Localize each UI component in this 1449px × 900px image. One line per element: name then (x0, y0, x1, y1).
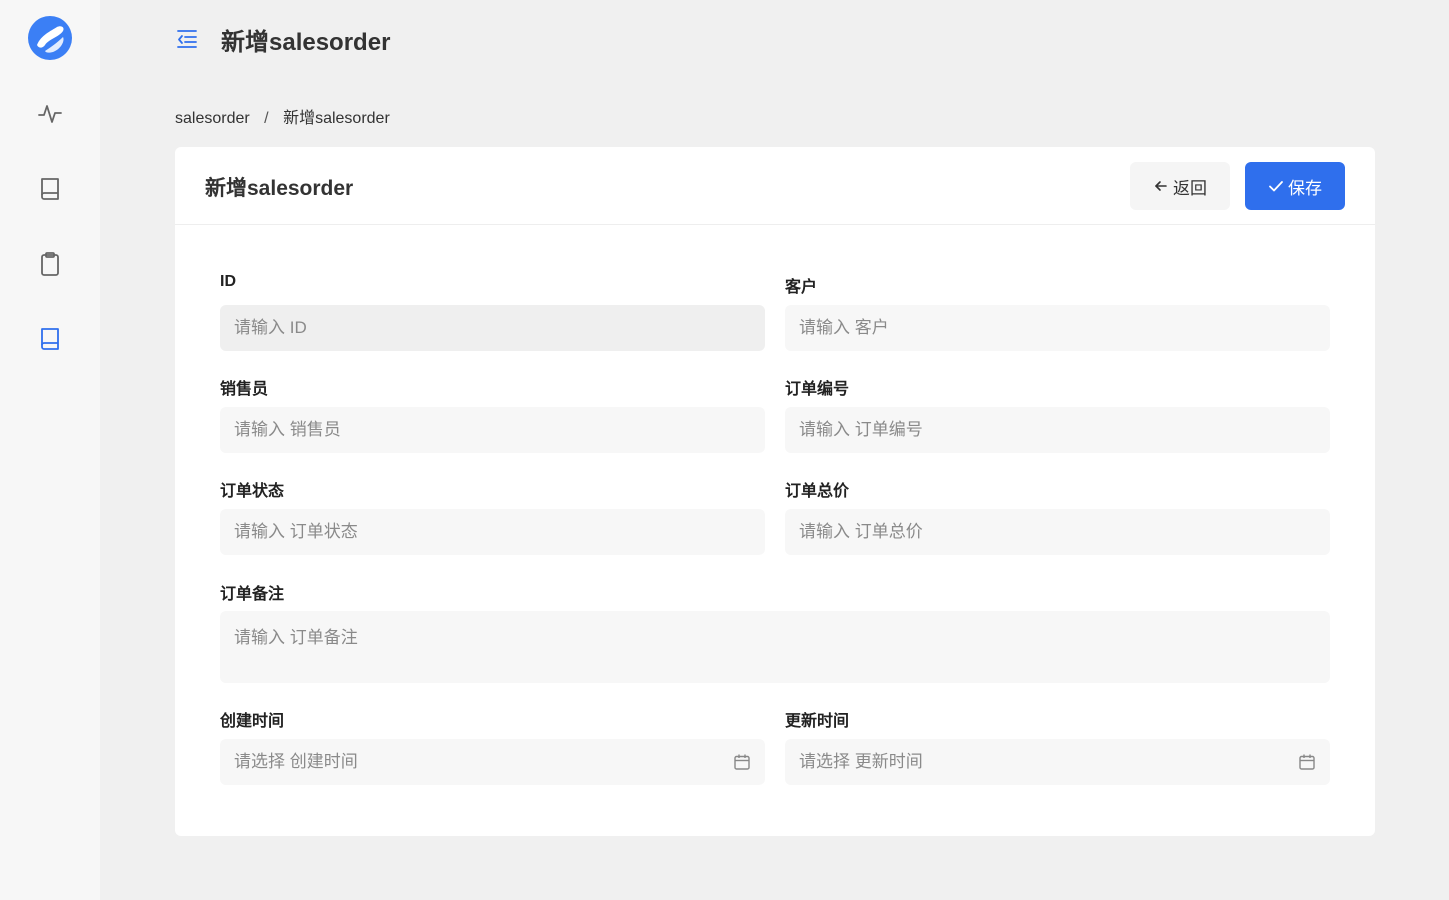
order-note-label: 订单备注 (220, 586, 285, 603)
card-header: 新增salesorder 返回 保存 (175, 147, 1375, 225)
id-input[interactable] (220, 305, 765, 351)
order-status-label: 订单状态 (220, 483, 285, 500)
check-icon (1269, 181, 1283, 192)
back-button-label: 返回 (1173, 178, 1207, 198)
order-status-input[interactable] (220, 509, 765, 555)
save-button[interactable]: 保存 (1245, 162, 1345, 210)
order-total-input[interactable] (785, 509, 1330, 555)
card-title: 新增salesorder (205, 177, 354, 200)
created-at-picker[interactable] (220, 739, 765, 785)
sidebar (0, 0, 100, 900)
salesperson-label: 销售员 (220, 381, 269, 398)
save-button-label: 保存 (1288, 178, 1322, 198)
arrow-left-icon (1155, 181, 1167, 191)
order-note-textarea[interactable] (220, 611, 1330, 683)
breadcrumb-separator: / (264, 110, 269, 127)
book-icon[interactable] (36, 175, 64, 203)
calendar-icon[interactable] (733, 753, 751, 771)
breadcrumb-item-salesorder[interactable]: salesorder (175, 110, 250, 127)
app-logo[interactable] (27, 15, 73, 61)
back-button[interactable]: 返回 (1130, 162, 1230, 210)
menu-fold-icon[interactable] (175, 27, 199, 51)
page-title: 新增salesorder (221, 29, 391, 56)
clipboard-icon[interactable] (36, 250, 64, 278)
updated-at-picker[interactable] (785, 739, 1330, 785)
breadcrumb-item-current: 新增salesorder (283, 110, 390, 127)
order-no-input[interactable] (785, 407, 1330, 453)
activity-icon[interactable] (36, 100, 64, 128)
breadcrumb: salesorder / 新增salesorder (175, 104, 390, 128)
created-at-label: 创建时间 (220, 713, 285, 730)
form-card: 新增salesorder 返回 保存 ID 客户 销售员 订单编号 订单状态 订… (175, 147, 1375, 836)
book-icon-active[interactable] (36, 325, 64, 353)
salesperson-input[interactable] (220, 407, 765, 453)
id-label: ID (220, 273, 236, 290)
customer-input[interactable] (785, 305, 1330, 351)
order-total-label: 订单总价 (785, 483, 850, 500)
calendar-icon[interactable] (1298, 753, 1316, 771)
updated-at-label: 更新时间 (785, 713, 850, 730)
customer-label: 客户 (785, 279, 818, 296)
order-no-label: 订单编号 (785, 381, 850, 398)
